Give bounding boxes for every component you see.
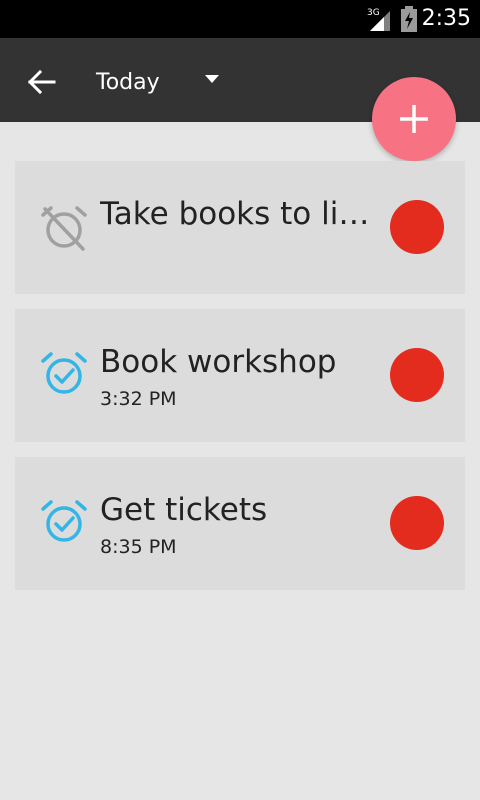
arrow-back-icon (27, 69, 56, 95)
back-button[interactable] (20, 60, 64, 104)
page-title: Today (96, 69, 160, 95)
task-title: Take books to library (100, 196, 375, 232)
task-list: Take books to library Book workshop 3:32… (15, 161, 465, 605)
signal-3g-icon: 3G (367, 8, 390, 31)
task-card[interactable]: Book workshop 3:32 PM (15, 309, 465, 442)
task-time: 8:35 PM (100, 536, 177, 558)
status-bar: 3G 2:35 (0, 0, 480, 38)
task-title: Book workshop (100, 344, 337, 380)
alarm-off-icon[interactable] (39, 203, 89, 253)
svg-text:3G: 3G (367, 8, 380, 18)
priority-indicator[interactable] (390, 348, 444, 402)
alarm-on-icon[interactable] (39, 497, 89, 547)
status-time: 2:35 (421, 6, 471, 31)
add-task-button[interactable] (372, 77, 456, 161)
priority-indicator[interactable] (390, 496, 444, 550)
alarm-on-icon[interactable] (39, 349, 89, 399)
task-card[interactable]: Get tickets 8:35 PM (15, 457, 465, 590)
priority-indicator[interactable] (390, 200, 444, 254)
task-title: Get tickets (100, 492, 268, 528)
plus-icon (400, 105, 428, 133)
task-time: 3:32 PM (100, 388, 177, 410)
date-filter-dropdown[interactable]: Today (96, 60, 160, 104)
battery-charging-icon (401, 6, 417, 32)
task-card[interactable]: Take books to library (15, 161, 465, 294)
dropdown-triangle-icon[interactable] (204, 74, 220, 84)
